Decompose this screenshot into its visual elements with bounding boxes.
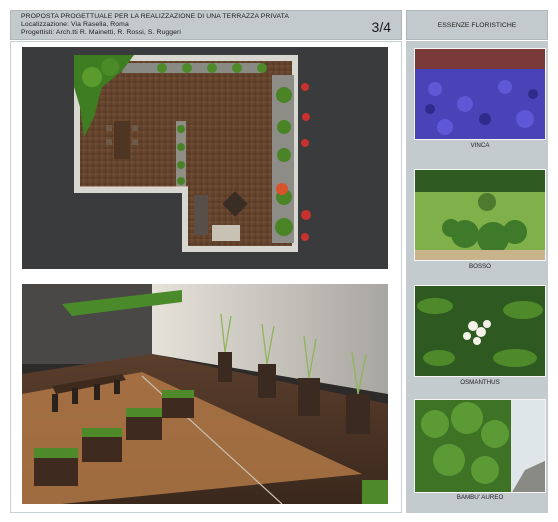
page-number: 3/4 <box>371 19 391 35</box>
project-designers: Progettisti: Arch.tti R. Mainetti, R. Ro… <box>21 29 181 36</box>
plant-caption-bambu: BAMBU' AUREO <box>456 494 504 501</box>
project-location: Localizzazione: Via Rasella, Roma <box>21 21 129 28</box>
bosso-photo <box>414 169 546 261</box>
project-header: PROPOSTA PROGETTUALE PER LA REALIZZAZION… <box>10 10 402 40</box>
sidebar-title: ESSENZE FLORISTICHE <box>406 10 548 40</box>
perspective-render <box>22 284 388 504</box>
bambu-photo <box>414 399 546 493</box>
osmanthus-photo <box>414 285 546 377</box>
plan-render <box>22 47 388 269</box>
plant-caption-vinca: VINCA <box>470 142 490 149</box>
project-title: PROPOSTA PROGETTUALE PER LA REALIZZAZION… <box>21 13 289 20</box>
plant-caption-osmanthus: OSMANTHUS <box>460 379 500 386</box>
plant-caption-bosso: BOSSO <box>468 263 491 270</box>
vinca-photo <box>414 48 546 140</box>
presentation-board: PROPOSTA PROGETTUALE PER LA REALIZZAZION… <box>0 0 558 522</box>
